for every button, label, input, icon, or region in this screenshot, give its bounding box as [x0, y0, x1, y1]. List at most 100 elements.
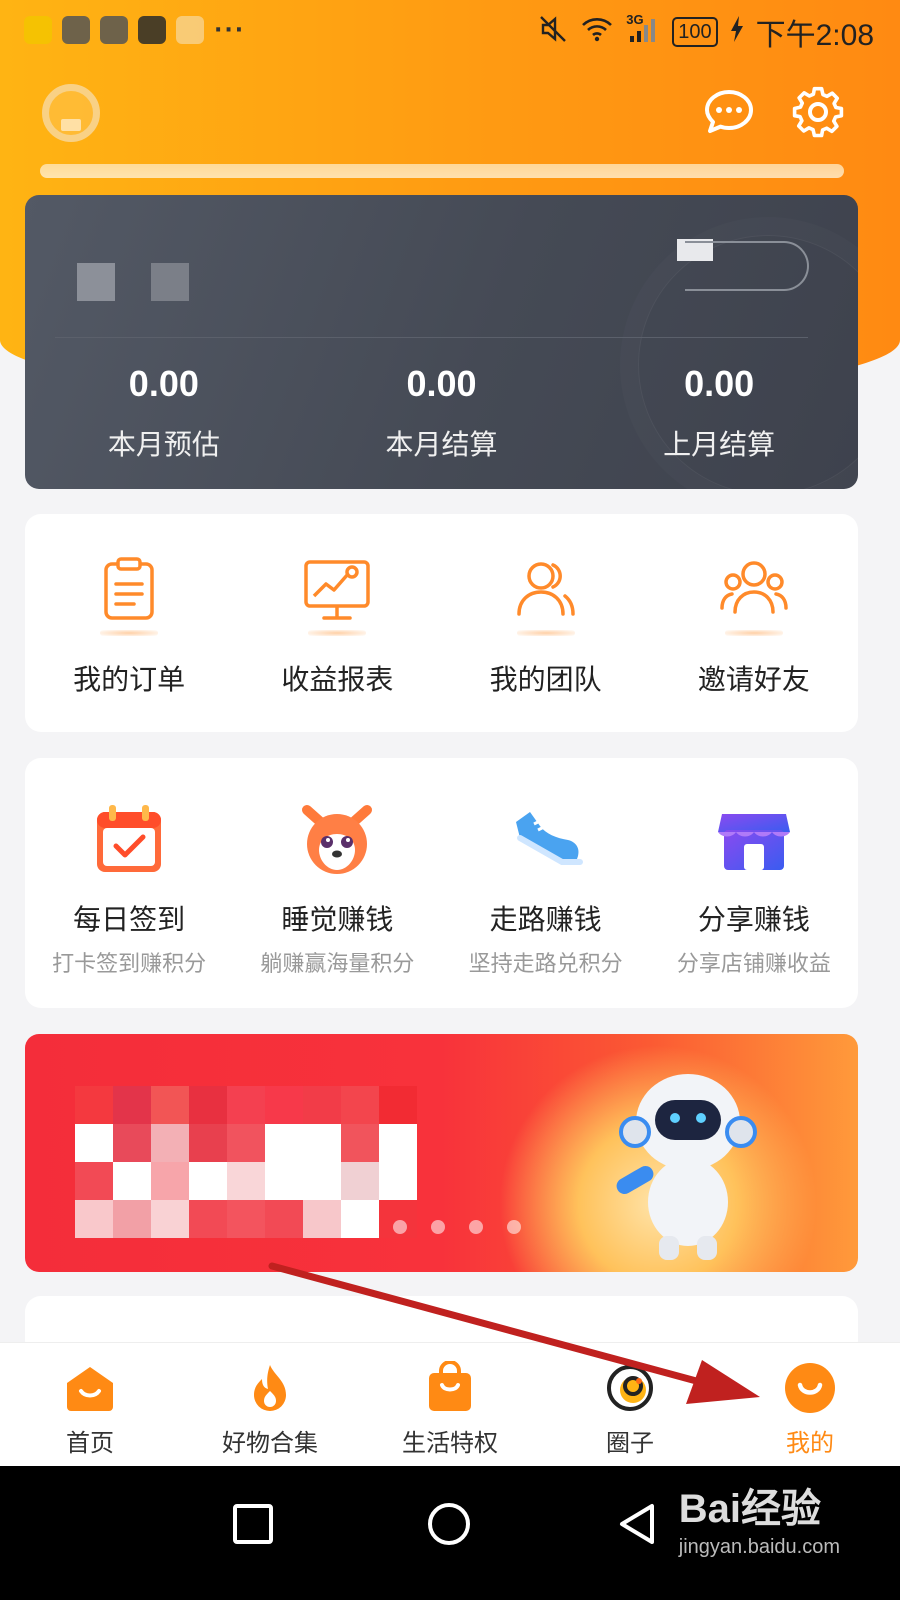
task-label: 分享赚钱 — [697, 903, 810, 936]
earnings-stats: 0.00 本月预估 0.00 本月结算 0.00 上月结算 — [25, 363, 858, 463]
daily-checkin-button[interactable]: 每日签到 打卡签到赚积分 — [25, 758, 233, 1008]
task-label: 走路赚钱 — [489, 903, 602, 936]
watermark-brand: Bai经验 — [678, 1487, 822, 1531]
tools-card: 我的订单 收益报表 我的团队 邀请好友 — [25, 514, 858, 732]
task-label: 睡觉赚钱 — [281, 903, 394, 936]
back-button[interactable] — [608, 1494, 668, 1554]
network-type-label: 3G — [626, 11, 644, 27]
stat-label: 本月预估 — [107, 428, 220, 461]
chat-bubble-icon — [705, 90, 753, 133]
tab-label: 圈子 — [606, 1429, 654, 1457]
gift-notification-icon — [176, 16, 204, 44]
tab-home[interactable]: 首页 — [0, 1343, 180, 1466]
invite-friends-button[interactable]: 邀请好友 — [650, 514, 858, 732]
pagination-dot[interactable] — [469, 1220, 483, 1234]
pixelated-banner-text — [75, 1086, 417, 1238]
clipboard-icon — [94, 556, 164, 636]
task-subtitle: 躺赚赢海量积分 — [260, 952, 415, 977]
tool-label: 收益报表 — [281, 663, 394, 696]
gear-icon — [792, 86, 844, 138]
task-subtitle: 坚持走路兑积分 — [468, 952, 623, 977]
flame-icon — [243, 1361, 297, 1415]
stat-last-month-settled[interactable]: 0.00 上月结算 — [580, 363, 858, 463]
recent-apps-button[interactable] — [223, 1494, 283, 1554]
triangle-back-icon — [620, 1504, 654, 1544]
message-notification-icon — [62, 16, 90, 44]
store-icon — [714, 800, 794, 880]
tool-label: 我的团队 — [489, 663, 602, 696]
tab-life-privileges[interactable]: 生活特权 — [360, 1343, 540, 1466]
pagination-dot[interactable] — [355, 1220, 369, 1234]
task-subtitle: 分享店铺赚收益 — [676, 952, 831, 977]
my-orders-button[interactable]: 我的订单 — [25, 514, 233, 732]
tab-circle[interactable]: 圈子 — [540, 1343, 720, 1466]
header-strip — [40, 164, 844, 178]
circle-outline-icon — [428, 1503, 470, 1545]
user-avatar[interactable] — [42, 84, 100, 142]
charging-icon — [730, 15, 744, 50]
earnings-card: 0.00 本月预估 0.00 本月结算 0.00 上月结算 — [25, 195, 858, 489]
blurred-label — [77, 263, 115, 301]
my-team-button[interactable]: 我的团队 — [442, 514, 650, 732]
smile-icon — [783, 1361, 837, 1415]
stat-month-estimate[interactable]: 0.00 本月预估 — [25, 363, 303, 463]
calendar-check-icon — [89, 800, 169, 880]
tool-label: 我的订单 — [73, 663, 186, 696]
tab-label: 我的 — [786, 1429, 834, 1457]
tool-label: 邀请好友 — [697, 663, 810, 696]
stat-value: 0.00 — [406, 363, 477, 404]
share-earn-button[interactable]: 分享赚钱 分享店铺赚收益 — [650, 758, 858, 1008]
stat-label: 上月结算 — [663, 428, 776, 461]
tasks-card: 每日签到 打卡签到赚积分 睡觉赚钱 躺赚赢海量积分 走路赚钱 坚持走路兑积分 分… — [25, 758, 858, 1008]
bottom-tab-bar: 首页 好物合集 生活特权 圈子 我的 — [0, 1342, 900, 1466]
task-label: 每日签到 — [73, 903, 186, 936]
sneaker-icon — [506, 800, 586, 880]
promo-banner[interactable] — [25, 1034, 858, 1272]
status-bar: ··· 3G 100 下午2:08 — [0, 0, 900, 62]
tab-label: 首页 — [66, 1429, 114, 1457]
chart-board-icon — [302, 556, 372, 636]
signal-icon: 3G — [626, 11, 660, 51]
divider — [55, 337, 808, 338]
team-icon — [511, 556, 581, 636]
invite-group-icon — [719, 556, 789, 636]
stat-value: 0.00 — [128, 363, 199, 404]
more-notifications-icon: ··· — [214, 17, 246, 43]
clock: 下午2:08 — [755, 19, 874, 52]
watermark-url: jingyan.baidu.com — [678, 1536, 840, 1558]
blurred-label — [151, 263, 189, 301]
stat-label: 本月结算 — [385, 428, 498, 461]
banner-pagination — [355, 1220, 521, 1234]
settings-button[interactable] — [791, 86, 845, 140]
shopping-bag-icon — [423, 1360, 477, 1415]
sleep-earn-button[interactable]: 睡觉赚钱 躺赚赢海量积分 — [233, 758, 441, 1008]
wechat-notification-icon — [100, 16, 128, 44]
battery-indicator: 100 — [672, 17, 718, 47]
tab-label: 好物合集 — [222, 1429, 318, 1457]
robot-mascot-icon — [613, 1052, 763, 1262]
home-system-button[interactable] — [419, 1494, 479, 1554]
baidu-watermark: Bai经验 jingyan.baidu.com — [679, 1476, 840, 1559]
notification-icons: ··· — [24, 16, 245, 44]
stat-value: 0.00 — [684, 363, 755, 404]
square-icon — [233, 1504, 273, 1544]
stat-month-settled[interactable]: 0.00 本月结算 — [303, 363, 581, 463]
tab-collections[interactable]: 好物合集 — [180, 1343, 360, 1466]
pagination-dot[interactable] — [431, 1220, 445, 1234]
tab-label: 生活特权 — [402, 1429, 498, 1457]
dog-icon — [297, 800, 377, 880]
tab-mine[interactable]: 我的 — [720, 1343, 900, 1466]
walk-earn-button[interactable]: 走路赚钱 坚持走路兑积分 — [442, 758, 650, 1008]
earnings-detail-button[interactable] — [685, 241, 809, 291]
home-icon — [63, 1361, 117, 1415]
app-notification-icon — [24, 16, 52, 44]
system-nav-bar: Bai经验 jingyan.baidu.com — [0, 1466, 900, 1600]
message-button[interactable] — [702, 86, 756, 140]
pagination-dot[interactable] — [393, 1220, 407, 1234]
pagination-dot[interactable] — [507, 1220, 521, 1234]
huawei-notification-icon — [138, 16, 166, 44]
earnings-report-button[interactable]: 收益报表 — [233, 514, 441, 732]
mute-icon — [538, 14, 568, 51]
task-subtitle: 打卡签到赚积分 — [52, 952, 207, 977]
circle-icon — [603, 1361, 657, 1415]
